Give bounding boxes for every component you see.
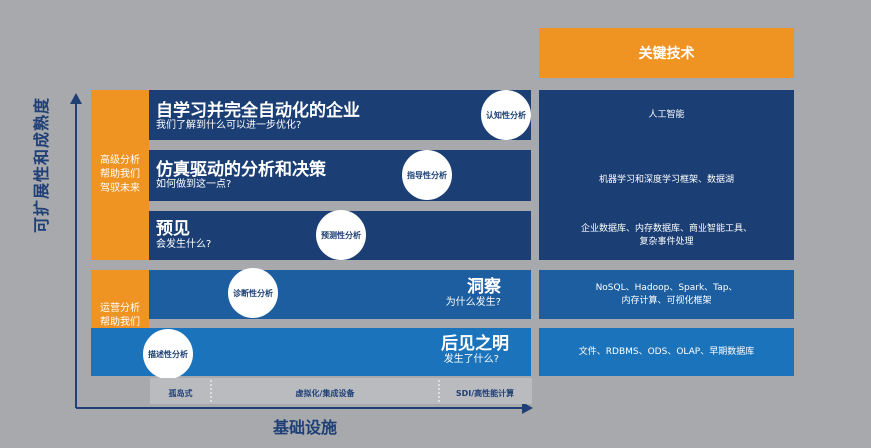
infra-label-virtualization: 虚拟化/集成设备 (295, 389, 355, 398)
infra-label-silo: 孤岛式 (168, 389, 193, 398)
infra-dividers (210, 380, 440, 404)
infra-label-sdi: SDI/高性能计算 (455, 389, 515, 398)
